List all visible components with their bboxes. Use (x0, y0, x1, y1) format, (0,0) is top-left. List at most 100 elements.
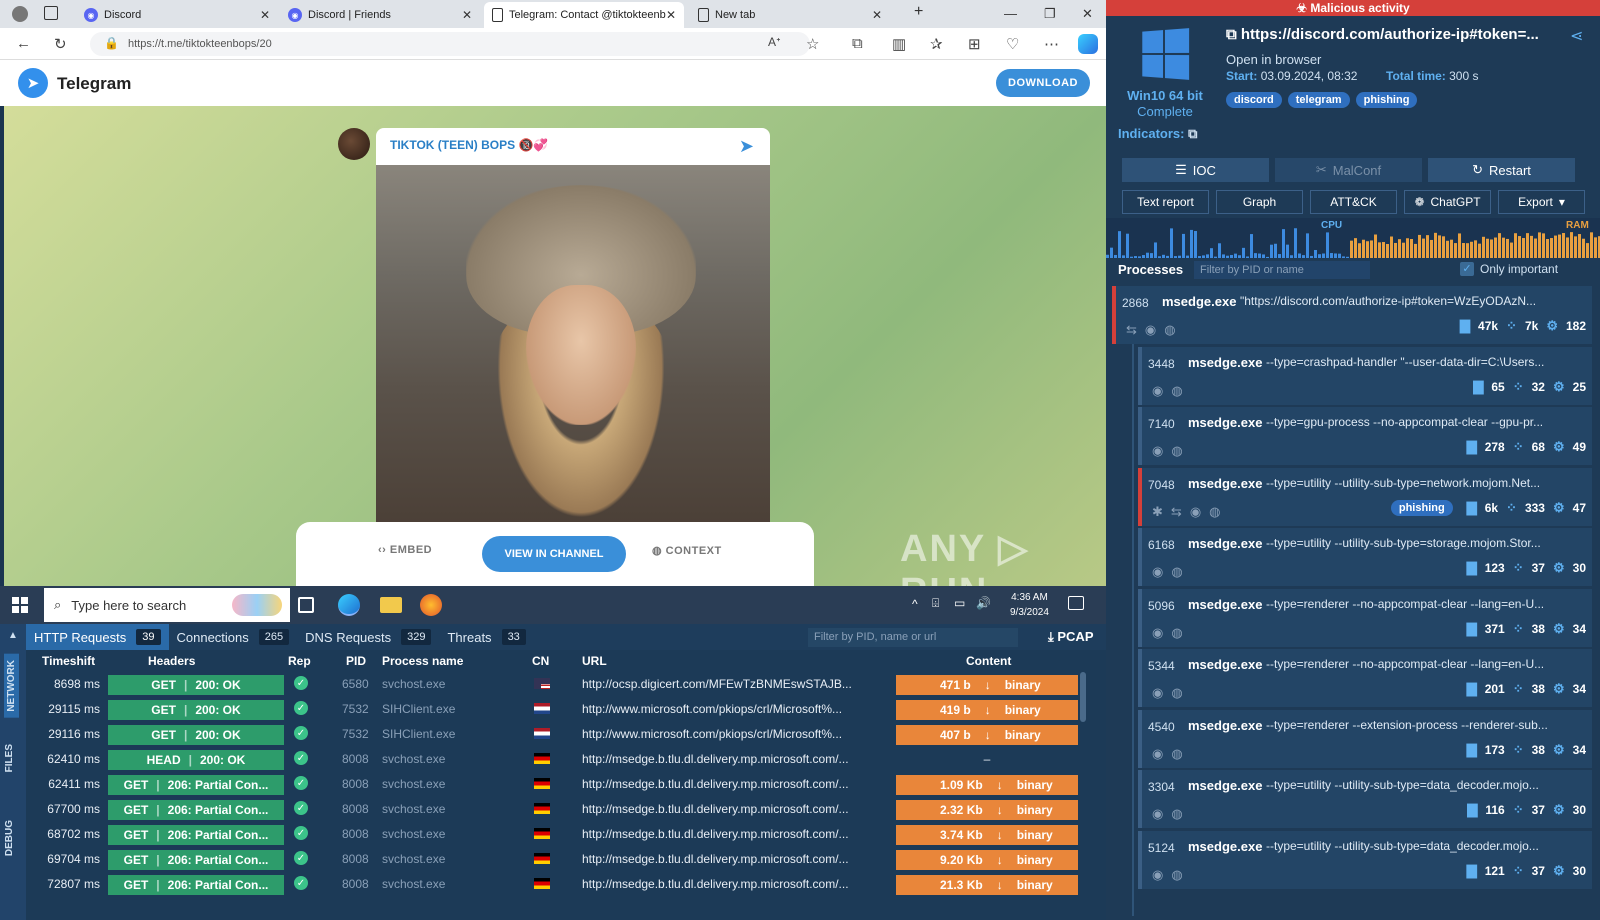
col-pid[interactable]: PID (346, 654, 366, 668)
request-url[interactable]: http://ocsp.digicert.com/MFEwTzBNMEswSTA… (582, 677, 872, 691)
request-url[interactable]: http://www.microsoft.com/pkiops/crl/Micr… (582, 727, 872, 741)
content-badge[interactable]: 3.74 Kb ↓ binary (896, 825, 1078, 845)
restart-button[interactable]: ↻ Restart (1428, 158, 1575, 182)
side-tab-debug[interactable]: DEBUG (4, 820, 15, 856)
content-badge[interactable]: 419 b ↓ binary (896, 700, 1078, 720)
attack-button[interactable]: ATT&CK (1310, 190, 1397, 214)
close-window-icon[interactable]: ✕ (1082, 6, 1093, 22)
col-cn[interactable]: CN (532, 654, 549, 668)
process-row[interactable]: 5344 msedge.exe --type=renderer --no-appco… (1138, 649, 1592, 707)
table-row[interactable]: 67700 ms GET | 206: Partial Con... ✓ 8008 svch… (26, 797, 1080, 822)
embed-button[interactable]: ‹› EMBED (378, 544, 432, 556)
firefox-icon[interactable] (420, 594, 442, 616)
process-filter-input[interactable]: Filter by PID or name (1194, 261, 1370, 279)
download-button[interactable]: DOWNLOAD (996, 69, 1090, 97)
collapse-icon[interactable]: ▲ (8, 630, 18, 641)
ioc-button[interactable]: ☰ IOC (1122, 158, 1269, 182)
headers-badge[interactable]: GET | 206: Partial Con... (108, 825, 284, 845)
request-url[interactable]: http://msedge.b.tlu.dl.delivery.mp.micro… (582, 827, 872, 841)
tab-dns-requests[interactable]: DNS Requests 329 (297, 624, 439, 650)
process-row[interactable]: 6168 msedge.exe --type=utility --utility-s… (1138, 528, 1592, 586)
headers-badge[interactable]: GET | 206: Partial Con... (108, 850, 284, 870)
headers-badge[interactable]: GET | 206: Partial Con... (108, 875, 284, 895)
col-url[interactable]: URL (582, 654, 607, 668)
side-tab-network[interactable]: NETWORK (4, 654, 19, 718)
process-row[interactable]: 2868 msedge.exe "https://discord.com/autho… (1112, 286, 1592, 344)
table-row[interactable]: 29115 ms GET | 200: OK ✓ 7532 SIHClient.exe htt… (26, 697, 1080, 722)
headers-badge[interactable]: GET | 206: Partial Con... (108, 800, 284, 820)
process-tag[interactable]: phishing (1390, 499, 1453, 516)
tab-connections[interactable]: Connections 265 (169, 624, 298, 650)
edge-taskbar-icon[interactable] (338, 594, 360, 616)
view-in-channel-button[interactable]: VIEW IN CHANNEL (482, 536, 626, 572)
extensions-icon[interactable]: ⧉ (852, 35, 863, 52)
profile-icon[interactable] (12, 6, 28, 22)
tab-discord-friends[interactable]: ◉ Discord | Friends ✕ (280, 2, 480, 28)
process-row[interactable]: 7140 msedge.exe --type=gpu-process --no-ap… (1138, 407, 1592, 465)
task-view-icon[interactable] (298, 597, 314, 613)
table-row[interactable]: 69704 ms GET | 206: Partial Con... ✓ 8008 svch… (26, 847, 1080, 872)
context-button[interactable]: ◍ CONTEXT (652, 544, 722, 557)
restore-icon[interactable]: ❐ (1044, 6, 1056, 22)
back-icon[interactable]: ← (16, 35, 31, 52)
text-report-button[interactable]: Text report (1122, 190, 1209, 214)
content-badge[interactable]: 1.09 Kb ↓ binary (896, 775, 1078, 795)
col-timeshift[interactable]: Timeshift (42, 654, 95, 668)
only-important-toggle[interactable]: ✓ Only important (1460, 262, 1558, 276)
close-icon[interactable]: ✕ (666, 8, 676, 22)
favorite-star-icon[interactable]: ☆ (806, 35, 819, 53)
tray-volume-icon[interactable]: 🔊 (976, 596, 991, 610)
col-rep[interactable]: Rep (288, 654, 311, 668)
content-badge[interactable]: 2.32 Kb ↓ binary (896, 800, 1078, 820)
close-icon[interactable]: ✕ (462, 8, 472, 22)
headers-badge[interactable]: HEAD | 200: OK (108, 750, 284, 770)
content-badge[interactable]: 21.3 Kb ↓ binary (896, 875, 1078, 895)
malconf-button[interactable]: ✂ MalConf (1275, 158, 1422, 182)
tag-phishing[interactable]: phishing (1355, 92, 1418, 108)
start-windows-icon[interactable] (12, 597, 28, 613)
read-aloud-icon[interactable]: Aᐩ (768, 35, 781, 49)
table-row[interactable]: 62410 ms HEAD | 200: OK ✓ 8008 svchost.exe http… (26, 747, 1080, 772)
request-url[interactable]: http://msedge.b.tlu.dl.delivery.mp.micro… (582, 802, 872, 816)
graph-button[interactable]: Graph (1216, 190, 1303, 214)
request-url[interactable]: http://msedge.b.tlu.dl.delivery.mp.micro… (582, 752, 872, 766)
tab-new[interactable]: New tab ✕ (690, 2, 890, 28)
tab-actions-icon[interactable] (44, 6, 58, 20)
table-row[interactable]: 62411 ms GET | 206: Partial Con... ✓ 8008 svch… (26, 772, 1080, 797)
process-row[interactable]: 5124 msedge.exe --type=utility --utility-s… (1138, 830, 1592, 889)
col-process-name[interactable]: Process name (382, 654, 463, 668)
more-icon[interactable]: ⋯ (1044, 35, 1059, 53)
tray-display-icon[interactable]: ▭ (954, 596, 965, 610)
browser-essentials-icon[interactable]: ♡ (1006, 35, 1019, 53)
pcap-button[interactable]: ⤓ PCAP (1048, 629, 1094, 645)
telegram-send-icon[interactable]: ➤ (739, 136, 754, 157)
indicators-icon[interactable]: ⧉ (1188, 126, 1197, 141)
split-screen-icon[interactable]: ▥ (892, 35, 906, 53)
task-url[interactable]: ⧉ https://discord.com/authorize-ip#token… (1226, 26, 1566, 43)
close-icon[interactable]: ✕ (260, 8, 270, 22)
side-tab-files[interactable]: FILES (4, 744, 15, 772)
tab-http-requests[interactable]: HTTP Requests 39 (26, 624, 169, 650)
tray-chevron-icon[interactable]: ^ (912, 597, 918, 611)
tab-telegram[interactable]: Telegram: Contact @tiktokteenb ✕ (484, 2, 684, 28)
request-url[interactable]: http://msedge.b.tlu.dl.delivery.mp.micro… (582, 852, 872, 866)
headers-badge[interactable]: GET | 206: Partial Con... (108, 775, 284, 795)
tab-threats[interactable]: Threats 33 (439, 624, 533, 650)
tab-discord[interactable]: ◉ Discord ✕ (76, 2, 278, 28)
network-filter-input[interactable]: Filter by PID, name or url (808, 628, 1018, 647)
headers-badge[interactable]: GET | 200: OK (108, 725, 284, 745)
request-url[interactable]: http://msedge.b.tlu.dl.delivery.mp.micro… (582, 777, 872, 791)
table-row[interactable]: 68702 ms GET | 206: Partial Con... ✓ 8008 svch… (26, 822, 1080, 847)
process-row[interactable]: 4540 msedge.exe --type=renderer --extensio… (1138, 709, 1592, 768)
tag-telegram[interactable]: telegram (1287, 92, 1350, 108)
close-icon[interactable]: ✕ (872, 8, 882, 22)
share-icon[interactable]: ⋖ (1570, 26, 1583, 46)
taskbar-clock[interactable]: 4:36 AM 9/3/2024 (1010, 590, 1049, 620)
refresh-icon[interactable]: ↻ (54, 35, 67, 53)
process-row[interactable]: 5096 msedge.exe --type=renderer --no-appco… (1138, 588, 1592, 647)
content-badge[interactable]: 407 b ↓ binary (896, 725, 1078, 745)
copy-icon[interactable]: ⧉ (1226, 26, 1237, 43)
tray-network-icon[interactable]: ⌹ (932, 596, 939, 611)
tag-discord[interactable]: discord (1226, 92, 1282, 108)
channel-avatar[interactable] (338, 128, 370, 160)
